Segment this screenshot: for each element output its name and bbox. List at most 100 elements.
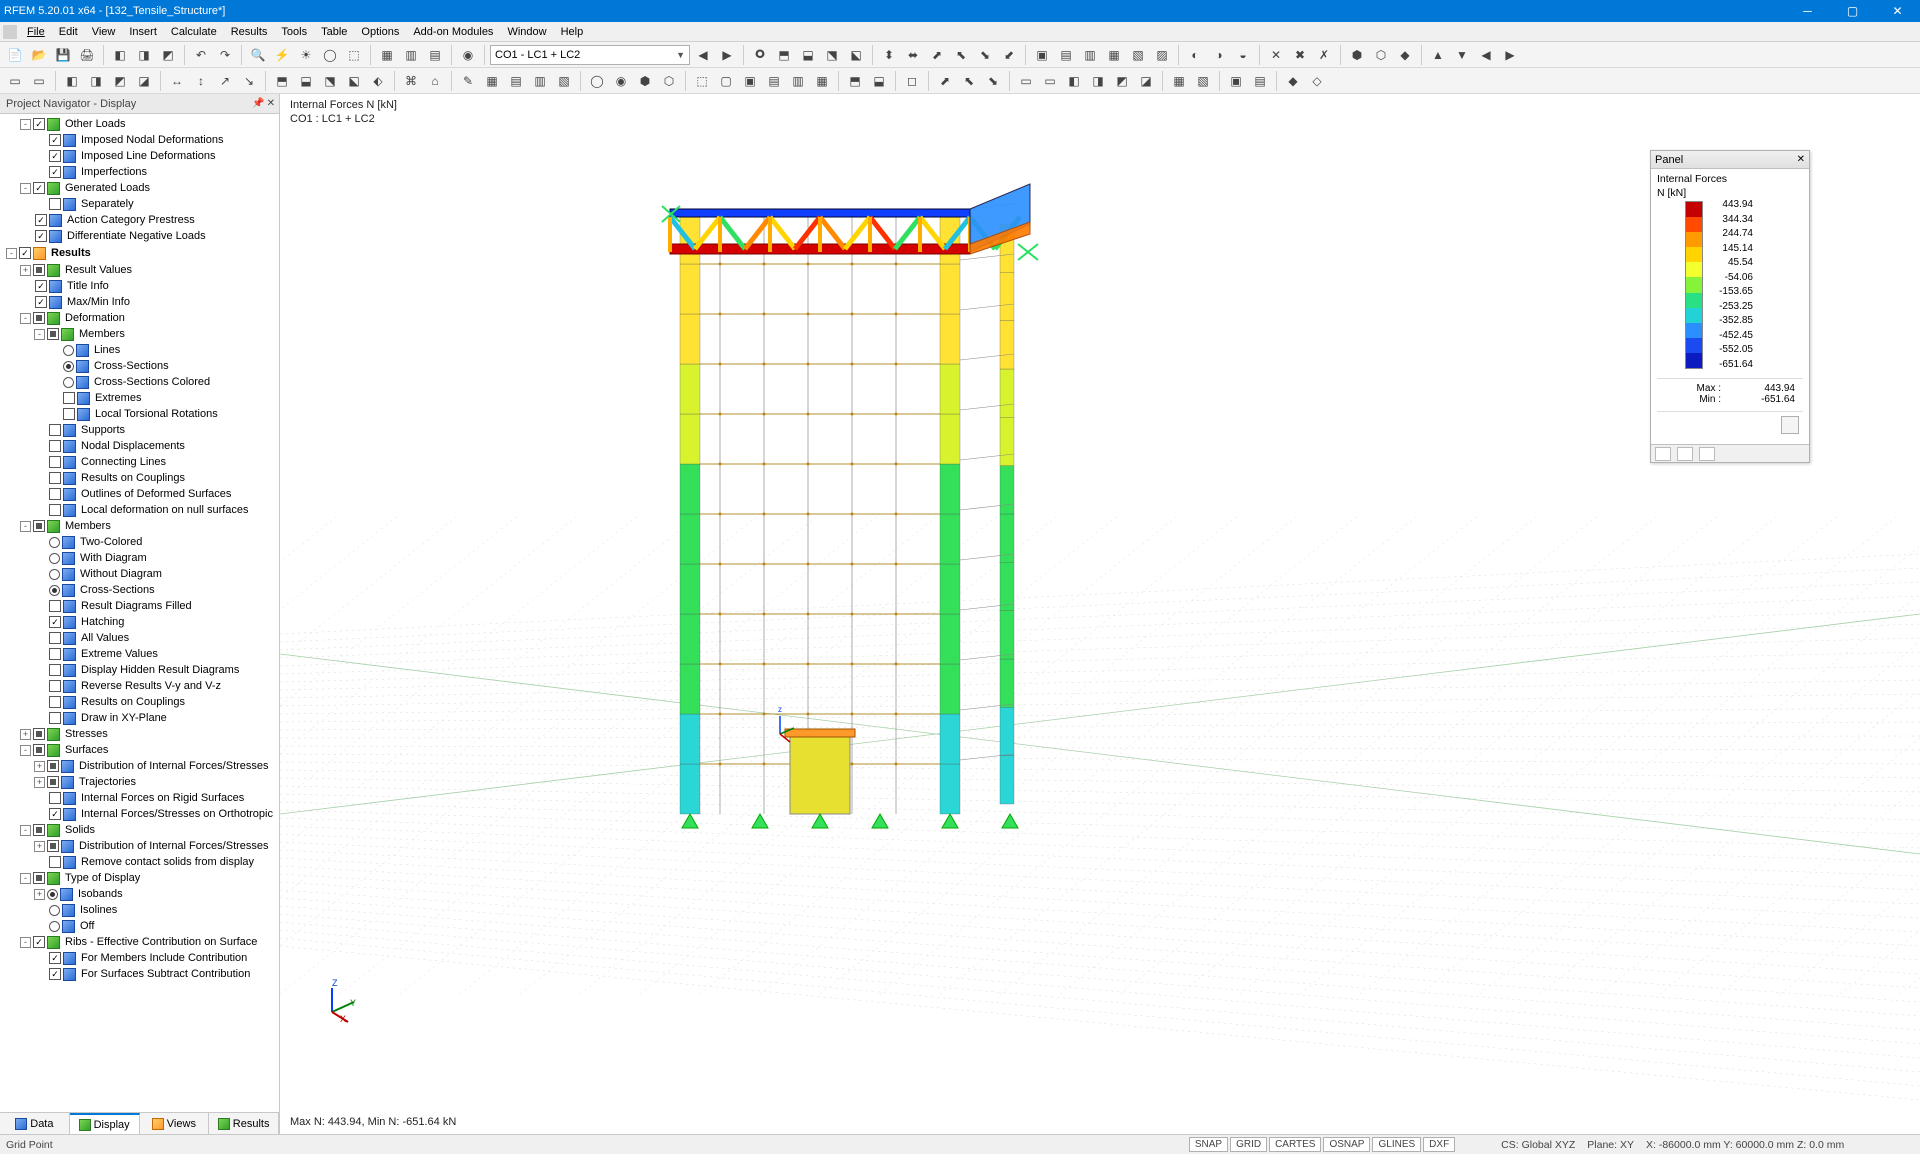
checkbox[interactable] (49, 600, 61, 612)
expand-icon[interactable]: - (20, 825, 31, 836)
checkbox[interactable] (47, 760, 59, 772)
tool-icon[interactable]: ◆ (1282, 70, 1304, 92)
tool-icon[interactable]: ▼ (1451, 44, 1473, 66)
expand-icon[interactable]: - (20, 873, 31, 884)
tool-icon[interactable]: ⚡ (271, 44, 293, 66)
menu-options[interactable]: Options (354, 24, 406, 40)
checkbox[interactable] (49, 198, 61, 210)
tool-icon[interactable]: ◧ (109, 44, 131, 66)
expand-icon[interactable]: - (20, 313, 31, 324)
tool-icon[interactable]: ⬢ (634, 70, 656, 92)
checkbox[interactable] (47, 840, 59, 852)
expand-icon[interactable]: + (34, 777, 45, 788)
tool-icon[interactable]: ▣ (1031, 44, 1053, 66)
tree-item[interactable]: With Diagram (0, 550, 279, 566)
checkbox[interactable] (33, 312, 45, 324)
menu-table[interactable]: Table (314, 24, 354, 40)
checkbox[interactable] (49, 856, 61, 868)
tool-icon[interactable]: ◇ (1306, 70, 1328, 92)
tree-item[interactable]: +Trajectories (0, 774, 279, 790)
radio[interactable] (49, 921, 60, 932)
tool-icon[interactable]: ⬕ (343, 70, 365, 92)
tool-icon[interactable]: ⬚ (343, 44, 365, 66)
tool-icon[interactable]: ☀ (295, 44, 317, 66)
checkbox[interactable]: ✓ (35, 296, 47, 308)
tool-icon[interactable]: ⬉ (958, 70, 980, 92)
tree-item[interactable]: Off (0, 918, 279, 934)
checkbox[interactable] (63, 392, 75, 404)
radio[interactable] (49, 569, 60, 580)
checkbox[interactable] (49, 648, 61, 660)
checkbox[interactable]: ✓ (49, 616, 61, 628)
radio[interactable] (63, 345, 74, 356)
tree-item[interactable]: ✓Max/Min Info (0, 294, 279, 310)
tool-icon[interactable]: ↔ (166, 70, 188, 92)
undo-icon[interactable]: ↶ (190, 44, 212, 66)
tree-item[interactable]: ✓Imposed Line Deformations (0, 148, 279, 164)
tool-icon[interactable]: ⬓ (868, 70, 890, 92)
tool-icon[interactable]: ▧ (553, 70, 575, 92)
tree-item[interactable]: All Values (0, 630, 279, 646)
tree-item[interactable]: ✓Imperfections (0, 164, 279, 180)
expand-icon[interactable]: + (20, 729, 31, 740)
prev-icon[interactable]: ◀ (692, 44, 714, 66)
tree-item[interactable]: -✓Ribs - Effective Contribution on Surfa… (0, 934, 279, 950)
tree-item[interactable]: +Result Values (0, 262, 279, 278)
expand-icon[interactable]: + (34, 841, 45, 852)
tool-icon[interactable]: ▧ (1192, 70, 1214, 92)
tool-icon[interactable]: ▧ (1127, 44, 1149, 66)
tool-icon[interactable]: ▤ (505, 70, 527, 92)
tree-item[interactable]: Internal Forces on Rigid Surfaces (0, 790, 279, 806)
tool-icon[interactable]: ◆ (1394, 44, 1416, 66)
tool-icon[interactable]: ↕ (190, 70, 212, 92)
checkbox[interactable]: ✓ (33, 182, 45, 194)
checkbox[interactable] (49, 632, 61, 644)
menu-addon[interactable]: Add-on Modules (406, 24, 500, 40)
tool-icon[interactable]: 🞉 (749, 44, 771, 66)
tool-icon[interactable]: ▥ (787, 70, 809, 92)
radio[interactable] (63, 377, 74, 388)
minimize-button[interactable]: ─ (1785, 0, 1830, 22)
expand-icon[interactable]: - (20, 745, 31, 756)
expand-icon[interactable]: - (34, 329, 45, 340)
tool-icon[interactable]: ↘ (238, 70, 260, 92)
checkbox[interactable] (33, 872, 45, 884)
tree-item[interactable]: Supports (0, 422, 279, 438)
snap-button[interactable]: SNAP (1189, 1137, 1228, 1152)
new-icon[interactable]: 📄 (4, 44, 26, 66)
tab-display[interactable]: Display (70, 1113, 140, 1134)
tool-icon[interactable]: ⬔ (319, 70, 341, 92)
tool-icon[interactable]: ▤ (763, 70, 785, 92)
checkbox[interactable] (49, 504, 61, 516)
load-case-combo[interactable]: CO1 - LC1 + LC2 ▼ (490, 45, 690, 65)
tool-icon[interactable]: ▢ (715, 70, 737, 92)
tree-item[interactable]: Local deformation on null surfaces (0, 502, 279, 518)
tool-icon[interactable]: ◧ (61, 70, 83, 92)
expand-icon[interactable]: - (20, 183, 31, 194)
tool-icon[interactable]: ◯ (586, 70, 608, 92)
tool-icon[interactable]: ✖ (1289, 44, 1311, 66)
tool-icon[interactable]: ⬈ (934, 70, 956, 92)
tree-item[interactable]: +Isobands (0, 886, 279, 902)
tree-item[interactable]: Separately (0, 196, 279, 212)
radio[interactable] (49, 585, 60, 596)
tool-icon[interactable]: ▲ (1427, 44, 1449, 66)
tool-icon[interactable]: ⬒ (844, 70, 866, 92)
tool-icon[interactable]: ▦ (1103, 44, 1125, 66)
zoom-icon[interactable]: 🔍 (247, 44, 269, 66)
tool-icon[interactable]: ▣ (739, 70, 761, 92)
panel-foot-btn[interactable] (1655, 447, 1671, 461)
expand-icon[interactable]: + (34, 889, 45, 900)
tab-data[interactable]: Data (0, 1113, 70, 1134)
menu-results[interactable]: Results (224, 24, 275, 40)
checkbox[interactable] (33, 264, 45, 276)
tool-icon[interactable]: ◨ (85, 70, 107, 92)
checkbox[interactable] (33, 824, 45, 836)
dxf-button[interactable]: DXF (1423, 1137, 1455, 1152)
tool-icon[interactable]: ▦ (481, 70, 503, 92)
tree-item[interactable]: -Members (0, 326, 279, 342)
tool-icon[interactable]: ▥ (1079, 44, 1101, 66)
tool-icon[interactable]: ◑ (1208, 44, 1230, 66)
tool-icon[interactable]: ⬖ (367, 70, 389, 92)
tree-item[interactable]: Results on Couplings (0, 470, 279, 486)
